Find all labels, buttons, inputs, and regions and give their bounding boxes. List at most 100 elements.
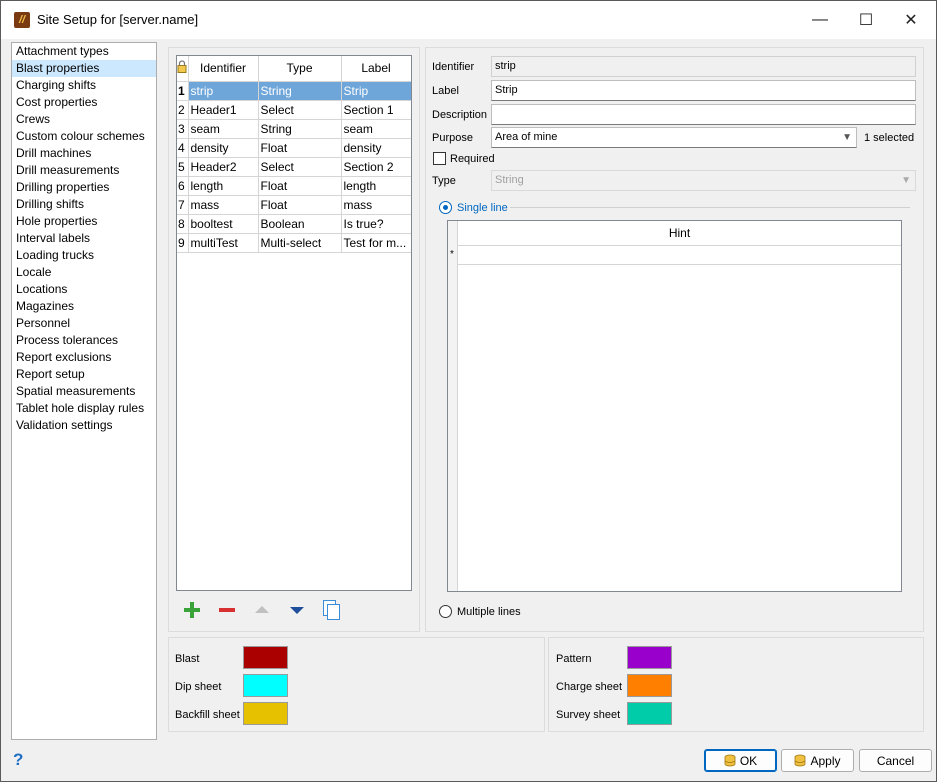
nav-item[interactable]: Loading trucks <box>12 247 156 264</box>
cell-type[interactable]: String <box>258 81 342 101</box>
table-row[interactable]: 3 seam String seam <box>177 119 411 139</box>
nav-item[interactable]: Personnel <box>12 315 156 332</box>
cell-label[interactable]: density <box>341 138 411 158</box>
cell-identifier[interactable]: length <box>188 176 259 196</box>
nav-item[interactable]: Drilling shifts <box>12 196 156 213</box>
nav-item[interactable]: Report setup <box>12 366 156 383</box>
single-line-radio[interactable] <box>439 201 452 214</box>
nav-item[interactable]: Interval labels <box>12 230 156 247</box>
cell-identifier[interactable]: booltest <box>188 214 259 234</box>
nav-item[interactable]: Drill machines <box>12 145 156 162</box>
cell-identifier[interactable]: multiTest <box>188 233 259 253</box>
column-header-identifier[interactable]: Identifier <box>188 56 259 82</box>
triangle-down-icon <box>290 607 304 614</box>
cell-type[interactable]: Boolean <box>258 214 342 234</box>
survey-sheet-colour-swatch[interactable] <box>627 702 672 725</box>
cell-identifier[interactable]: mass <box>188 195 259 215</box>
nav-item[interactable]: Locations <box>12 281 156 298</box>
maximize-button[interactable]: ☐ <box>843 5 889 35</box>
table-row[interactable]: 4 density Float density <box>177 138 411 158</box>
cell-label[interactable]: length <box>341 176 411 196</box>
column-header-type[interactable]: Type <box>258 56 342 82</box>
table-row[interactable]: 1 strip String Strip <box>177 81 411 101</box>
blast-colour-swatch[interactable] <box>243 646 288 669</box>
hint-new-row[interactable] <box>458 246 901 265</box>
dip-sheet-colour-swatch[interactable] <box>243 674 288 697</box>
cell-type[interactable]: Float <box>258 195 342 215</box>
column-header-label[interactable]: Label <box>341 56 411 82</box>
cell-type[interactable]: String <box>258 119 342 139</box>
nav-item[interactable]: Cost properties <box>12 94 156 111</box>
table-row[interactable]: 6 length Float length <box>177 176 411 196</box>
nav-item[interactable]: Spatial measurements <box>12 383 156 400</box>
ok-button[interactable]: OK <box>704 749 777 772</box>
cell-label[interactable]: Test for m... <box>341 233 411 253</box>
nav-item[interactable]: Custom colour schemes <box>12 128 156 145</box>
cell-identifier[interactable]: Header1 <box>188 100 259 120</box>
cell-label[interactable]: mass <box>341 195 411 215</box>
help-icon[interactable]: ? <box>13 750 23 770</box>
apply-button[interactable]: Apply <box>781 749 854 772</box>
apply-label: Apply <box>810 753 841 768</box>
properties-grid[interactable]: Identifier Type Label 1 strip String Strip 2… <box>176 55 412 591</box>
add-property-button[interactable] <box>181 599 203 621</box>
nav-item[interactable]: Process tolerances <box>12 332 156 349</box>
cell-label[interactable]: Section 1 <box>341 100 411 120</box>
nav-item[interactable]: Magazines <box>12 298 156 315</box>
charge-sheet-colour-swatch[interactable] <box>627 674 672 697</box>
cell-label[interactable]: Is true? <box>341 214 411 234</box>
minus-icon <box>219 608 235 612</box>
cell-identifier[interactable]: strip <box>188 81 259 101</box>
cancel-button[interactable]: Cancel <box>859 749 932 772</box>
nav-item[interactable]: Tablet hole display rules <box>12 400 156 417</box>
nav-item[interactable]: Drill measurements <box>12 162 156 179</box>
cell-type[interactable]: Multi-select <box>258 233 342 253</box>
remove-property-button[interactable] <box>216 599 238 621</box>
pattern-colour-swatch[interactable] <box>627 646 672 669</box>
nav-item[interactable]: Report exclusions <box>12 349 156 366</box>
table-row[interactable]: 5 Header2 Select Section 2 <box>177 157 411 177</box>
move-down-button[interactable] <box>286 599 308 621</box>
table-row[interactable]: 2 Header1 Select Section 1 <box>177 100 411 120</box>
cell-type[interactable]: Select <box>258 100 342 120</box>
hint-grid[interactable]: Hint * <box>447 220 902 592</box>
required-checkbox[interactable] <box>433 152 446 165</box>
backfill-sheet-colour-swatch[interactable] <box>243 702 288 725</box>
table-row[interactable]: 9 multiTest Multi-select Test for m... <box>177 233 411 253</box>
cell-identifier[interactable]: Header2 <box>188 157 259 177</box>
close-button[interactable]: ✕ <box>888 5 934 35</box>
survey-sheet-colour-label: Survey sheet <box>556 709 621 721</box>
label-field[interactable]: Strip <box>491 80 916 101</box>
table-row[interactable]: 8 booltest Boolean Is true? <box>177 214 411 234</box>
minimize-button[interactable]: — <box>797 5 843 35</box>
cell-label[interactable]: seam <box>341 119 411 139</box>
cell-identifier[interactable]: seam <box>188 119 259 139</box>
nav-item[interactable]: Hole properties <box>12 213 156 230</box>
nav-item[interactable]: Blast properties <box>12 60 156 77</box>
copy-property-button[interactable] <box>321 599 343 621</box>
cell-type[interactable]: Select <box>258 157 342 177</box>
nav-item[interactable]: Locale <box>12 264 156 281</box>
purpose-dropdown[interactable]: Area of mine ▼ <box>491 127 857 148</box>
nav-item[interactable]: Drilling properties <box>12 179 156 196</box>
nav-item[interactable]: Charging shifts <box>12 77 156 94</box>
multiple-lines-radio[interactable] <box>439 605 452 618</box>
cell-label[interactable]: Section 2 <box>341 157 411 177</box>
cell-type[interactable]: Float <box>258 176 342 196</box>
table-row[interactable]: 7 mass Float mass <box>177 195 411 215</box>
cell-type[interactable]: Float <box>258 138 342 158</box>
nav-item[interactable]: Attachment types <box>12 43 156 60</box>
nav-item[interactable]: Validation settings <box>12 417 156 434</box>
multiple-lines-label: Multiple lines <box>457 606 521 618</box>
cell-identifier[interactable]: density <box>188 138 259 158</box>
purpose-value: Area of mine <box>495 131 558 143</box>
purpose-selected-count: 1 selected <box>864 132 915 144</box>
nav-item[interactable]: Crews <box>12 111 156 128</box>
cell-label[interactable]: Strip <box>341 81 411 101</box>
description-field[interactable] <box>491 104 916 125</box>
move-up-button[interactable] <box>251 599 273 621</box>
lock-icon <box>177 60 187 74</box>
row-number: 8 <box>177 214 189 234</box>
hint-column-header[interactable]: Hint <box>458 221 901 246</box>
site-setup-window: // Site Setup for [server.name] — ☐ ✕ At… <box>0 0 937 782</box>
